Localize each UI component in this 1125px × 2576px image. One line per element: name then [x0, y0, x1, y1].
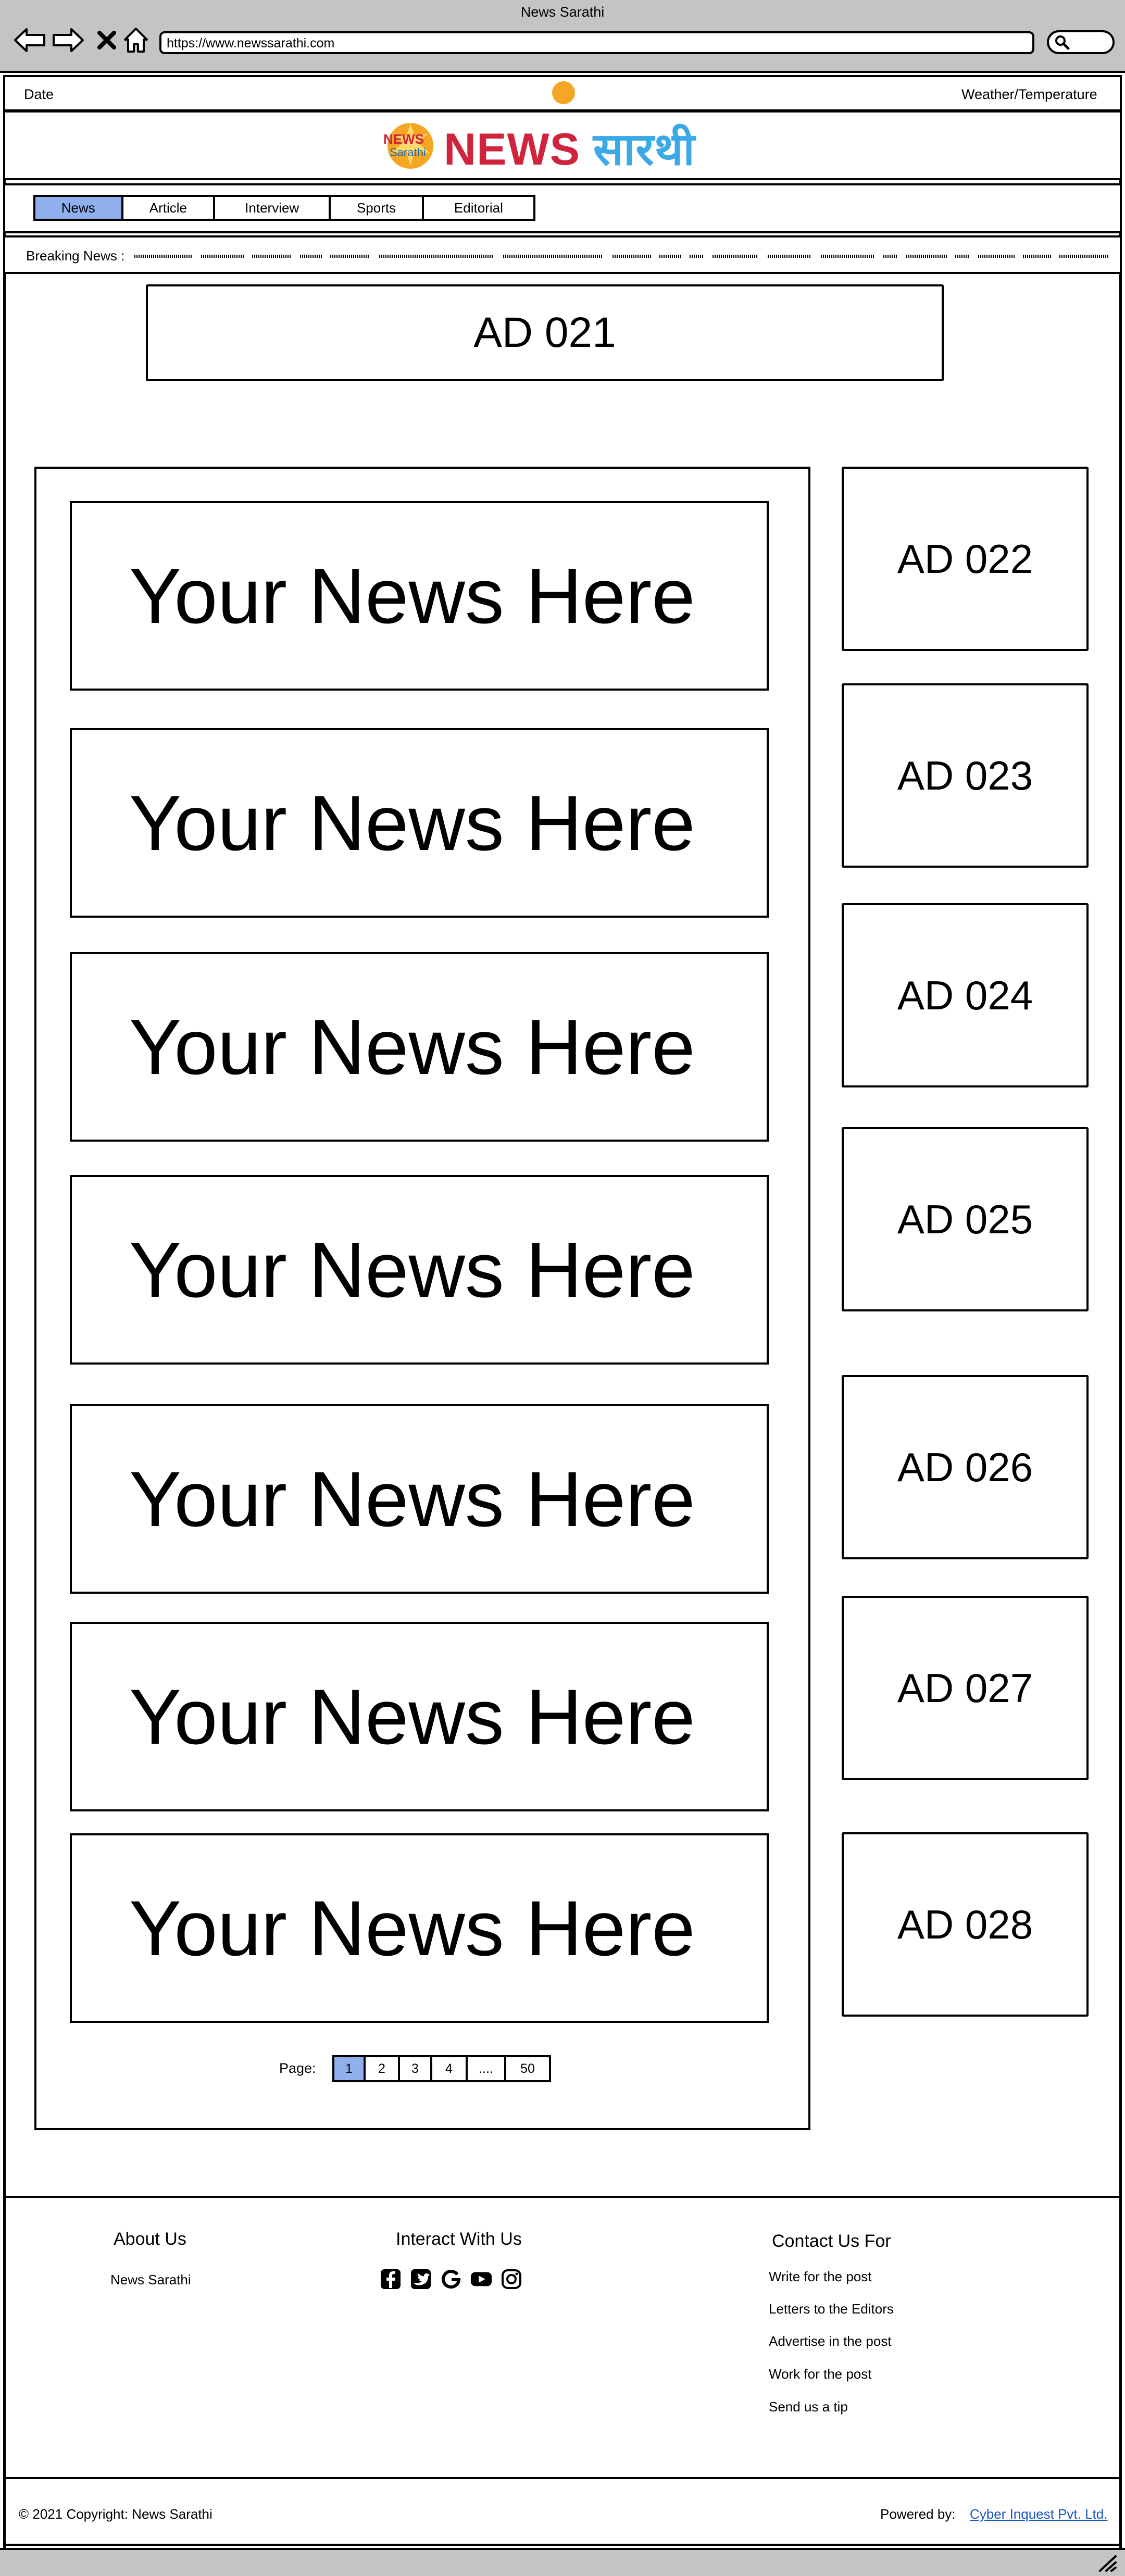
browser-status-bar: [0, 2548, 1125, 2576]
ad-banner-top[interactable]: AD 021: [146, 284, 944, 381]
logo-text-bottom: Sarathi: [390, 146, 426, 159]
nav-tabs: News Article Interview Sports Editorial: [33, 195, 535, 221]
footer-contact-heading: Contact Us For: [772, 2231, 891, 2251]
footer-about-heading: About Us: [114, 2229, 186, 2249]
breaking-news-ticker[interactable]: [134, 252, 1108, 260]
brand-logo[interactable]: NEWS Sarathi: [380, 116, 438, 173]
instagram-icon[interactable]: [500, 2268, 523, 2291]
page-button-2[interactable]: 2: [366, 2057, 400, 2080]
youtube-icon[interactable]: [470, 2268, 493, 2291]
home-icon[interactable]: [118, 22, 154, 58]
ad-side-025[interactable]: AD 025: [842, 1127, 1089, 1311]
forward-arrow-icon[interactable]: [50, 22, 86, 58]
ad-side-028[interactable]: AD 028: [842, 1832, 1089, 2017]
footer-about-text[interactable]: News Sarathi: [110, 2272, 191, 2288]
url-input[interactable]: https://www.newssarathi.com: [159, 31, 1034, 54]
brand-title-sarathi: सारथी: [593, 124, 695, 174]
news-card[interactable]: Your News Here: [70, 952, 769, 1142]
facebook-icon[interactable]: [379, 2268, 402, 2291]
browser-search-input[interactable]: [1047, 30, 1115, 54]
footer-contact-link[interactable]: Send us a tip: [769, 2399, 848, 2415]
page-button-ellipsis[interactable]: ....: [468, 2057, 506, 2080]
news-card[interactable]: Your News Here: [70, 501, 769, 691]
news-card[interactable]: Your News Here: [70, 1622, 769, 1811]
tab-editorial[interactable]: Editorial: [424, 197, 533, 219]
resize-handle-icon[interactable]: [1097, 2554, 1118, 2573]
window-title: News Sarathi: [520, 4, 605, 20]
news-card[interactable]: Your News Here: [70, 1175, 769, 1365]
tab-interview[interactable]: Interview: [215, 197, 331, 219]
ad-side-027[interactable]: AD 027: [842, 1596, 1089, 1780]
news-card[interactable]: Your News Here: [70, 1404, 769, 1594]
brand-title-news: NEWS: [444, 124, 580, 174]
powered-by-label: Powered by:: [880, 2506, 956, 2522]
pagination-label: Page:: [279, 2060, 316, 2076]
copyright-text: © 2021 Copyright: News Sarathi: [19, 2506, 213, 2522]
news-card[interactable]: Your News Here: [70, 1833, 769, 2023]
tab-sports[interactable]: Sports: [331, 197, 424, 219]
weather-label: Weather/Temperature: [961, 86, 1097, 102]
tab-news[interactable]: News: [35, 197, 123, 219]
pagination: 1 2 3 4 .... 50: [332, 2055, 551, 2082]
google-icon[interactable]: [440, 2268, 463, 2291]
page-button-1[interactable]: 1: [334, 2057, 366, 2080]
twitter-icon[interactable]: [409, 2268, 432, 2291]
back-arrow-icon[interactable]: [11, 22, 48, 58]
page-button-4[interactable]: 4: [432, 2057, 468, 2080]
news-card[interactable]: Your News Here: [70, 728, 769, 918]
footer-contact-link[interactable]: Write for the post: [769, 2269, 872, 2285]
page-button-50[interactable]: 50: [506, 2057, 549, 2080]
powered-by-link[interactable]: Cyber Inquest Pvt. Ltd.: [970, 2506, 1107, 2522]
logo-text-top: NEWS: [383, 131, 424, 147]
tab-article[interactable]: Article: [123, 197, 216, 219]
ad-side-023[interactable]: AD 023: [842, 683, 1089, 868]
ad-side-022[interactable]: AD 022: [842, 467, 1089, 651]
footer-divider: [3, 2196, 1122, 2198]
page-button-3[interactable]: 3: [400, 2057, 432, 2080]
ad-side-024[interactable]: AD 024: [842, 903, 1089, 1087]
search-icon: [1054, 34, 1070, 53]
ad-side-026[interactable]: AD 026: [842, 1375, 1089, 1559]
social-icons: [379, 2268, 523, 2291]
footer-contact-link[interactable]: Work for the post: [769, 2366, 872, 2382]
date-label: Date: [24, 86, 54, 102]
footer-contact-link[interactable]: Letters to the Editors: [769, 2301, 894, 2317]
mini-logo-icon: [552, 81, 575, 104]
footer-interact-heading: Interact With Us: [396, 2229, 522, 2249]
breaking-news-label: Breaking News :: [26, 248, 125, 264]
footer-contact-link[interactable]: Advertise in the post: [769, 2333, 892, 2349]
brand-title: NEWS सारथी: [444, 117, 695, 178]
